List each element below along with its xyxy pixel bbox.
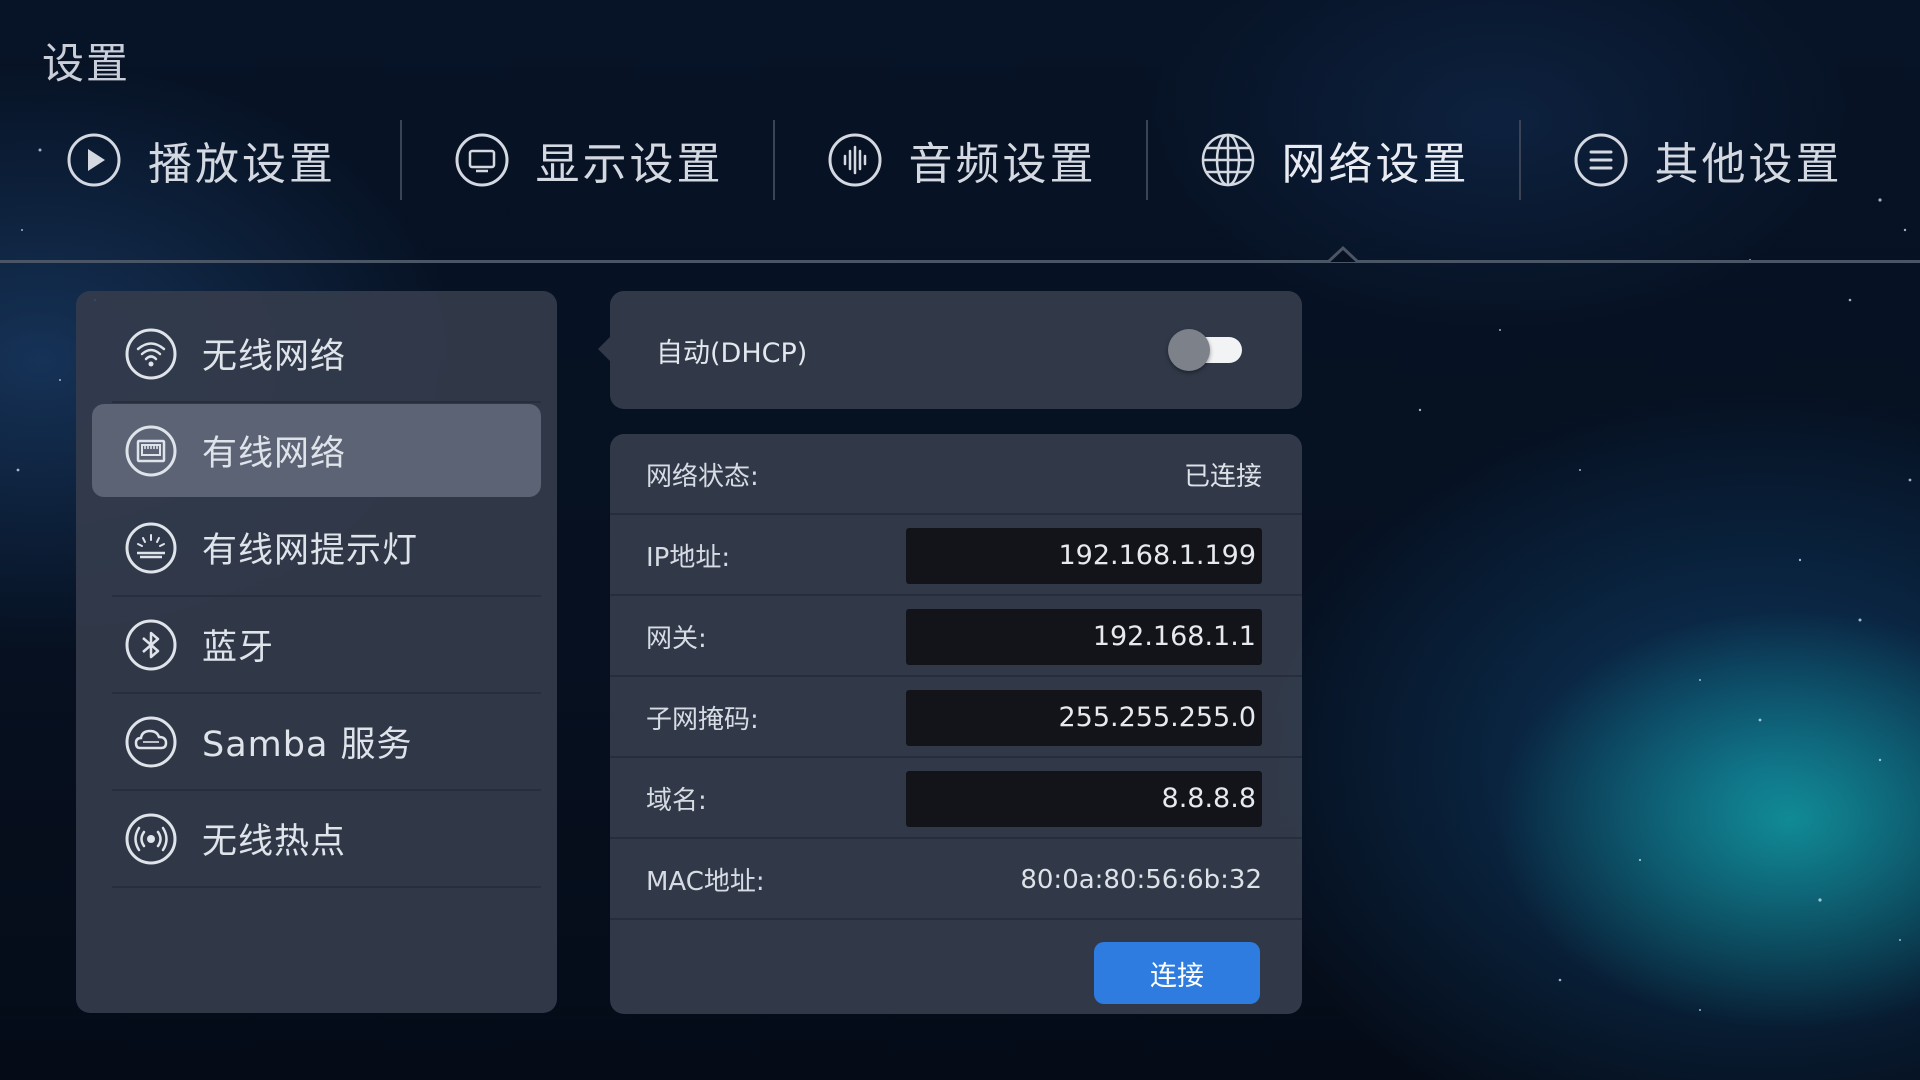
tab-label: 其他设置 [1654, 139, 1843, 190]
dns-label: 域名: [646, 786, 707, 816]
tab-network-settings[interactable]: 网络设置 [1148, 118, 1521, 202]
dhcp-setting-card: 自动(DHCP) [598, 291, 1302, 409]
sidebar-item-label: 蓝牙 [202, 628, 275, 668]
category-tabs: 播放设置 显示设置 音频设置 网络设置 其他设置 [0, 118, 1920, 202]
wifi-icon [124, 327, 178, 381]
tab-label: 网络设置 [1281, 139, 1470, 190]
sidebar-item-ethernet[interactable]: 有线网络 [92, 404, 541, 497]
sidebar-item-samba[interactable]: Samba 服务 [92, 695, 541, 791]
tab-label: 播放设置 [148, 139, 336, 190]
mac-label: MAC地址: [646, 867, 765, 897]
ip-row: IP地址: 192.168.1.199 [610, 515, 1302, 596]
sidebar-item-label: 无线网络 [202, 337, 347, 377]
samba-icon [124, 715, 178, 769]
mac-row: MAC地址: 80:0a:80:56:6b:32 [610, 839, 1302, 920]
tab-label: 音频设置 [908, 139, 1097, 190]
card-pointer [598, 337, 610, 361]
sidebar-item-hotspot[interactable]: 无线热点 [92, 792, 541, 888]
monitor-icon [454, 132, 510, 188]
page-title: 设置 [42, 39, 131, 88]
tab-audio-settings[interactable]: 音频设置 [775, 118, 1148, 202]
dns-row: 域名: 8.8.8.8 [610, 758, 1302, 839]
dhcp-label: 自动(DHCP) [656, 337, 808, 369]
subnet-label: 子网掩码: [646, 705, 759, 735]
gateway-label: 网关: [646, 624, 707, 654]
dns-field[interactable]: 8.8.8.8 [906, 770, 1262, 827]
mac-value: 80:0a:80:56:6b:32 [1020, 864, 1262, 895]
active-tab-indicator [1328, 245, 1358, 264]
toggle-knob [1168, 329, 1210, 371]
sidebar-item-indicator-light[interactable]: 有线网提示灯 [92, 501, 541, 597]
tab-divider-line [0, 260, 1920, 263]
tab-other-settings[interactable]: 其他设置 [1521, 118, 1894, 202]
network-info-card: 网络状态: 已连接 IP地址: 192.168.1.199 网关: 192.16… [610, 434, 1302, 1014]
hotspot-icon [124, 812, 178, 866]
audio-waveform-icon [827, 132, 883, 188]
menu-icon [1573, 132, 1629, 188]
sidebar-item-wifi[interactable]: 无线网络 [92, 307, 541, 403]
gateway-field[interactable]: 192.168.1.1 [906, 608, 1262, 665]
sidebar-item-label: Samba 服务 [202, 725, 413, 765]
gateway-row: 网关: 192.168.1.1 [610, 596, 1302, 677]
status-row: 网络状态: 已连接 [610, 434, 1302, 515]
bluetooth-icon [124, 618, 178, 672]
status-value: 已连接 [1183, 462, 1262, 492]
globe-icon [1200, 132, 1256, 188]
play-icon [66, 132, 122, 188]
sidebar-item-bluetooth[interactable]: 蓝牙 [92, 598, 541, 694]
network-sidebar: 无线网络 有线网络 有线网提示灯 蓝牙 Samba 服务 无线热点 [76, 291, 557, 1013]
sidebar-item-label: 有线网提示灯 [202, 531, 419, 571]
ip-address-field[interactable]: 192.168.1.199 [906, 527, 1262, 584]
subnet-mask-field[interactable]: 255.255.255.0 [906, 689, 1262, 746]
status-label: 网络状态: [646, 462, 759, 492]
tab-playback-settings[interactable]: 播放设置 [0, 118, 402, 202]
subnet-row: 子网掩码: 255.255.255.0 [610, 677, 1302, 758]
dhcp-toggle[interactable] [1168, 329, 1246, 371]
ethernet-icon [124, 424, 178, 478]
connect-button[interactable]: 连接 [1094, 942, 1260, 1004]
indicator-light-icon [124, 521, 178, 575]
sidebar-item-label: 无线热点 [202, 822, 347, 862]
tab-display-settings[interactable]: 显示设置 [402, 118, 775, 202]
ip-label: IP地址: [646, 543, 731, 573]
sidebar-item-label: 有线网络 [202, 434, 347, 474]
tab-label: 显示设置 [535, 139, 724, 190]
